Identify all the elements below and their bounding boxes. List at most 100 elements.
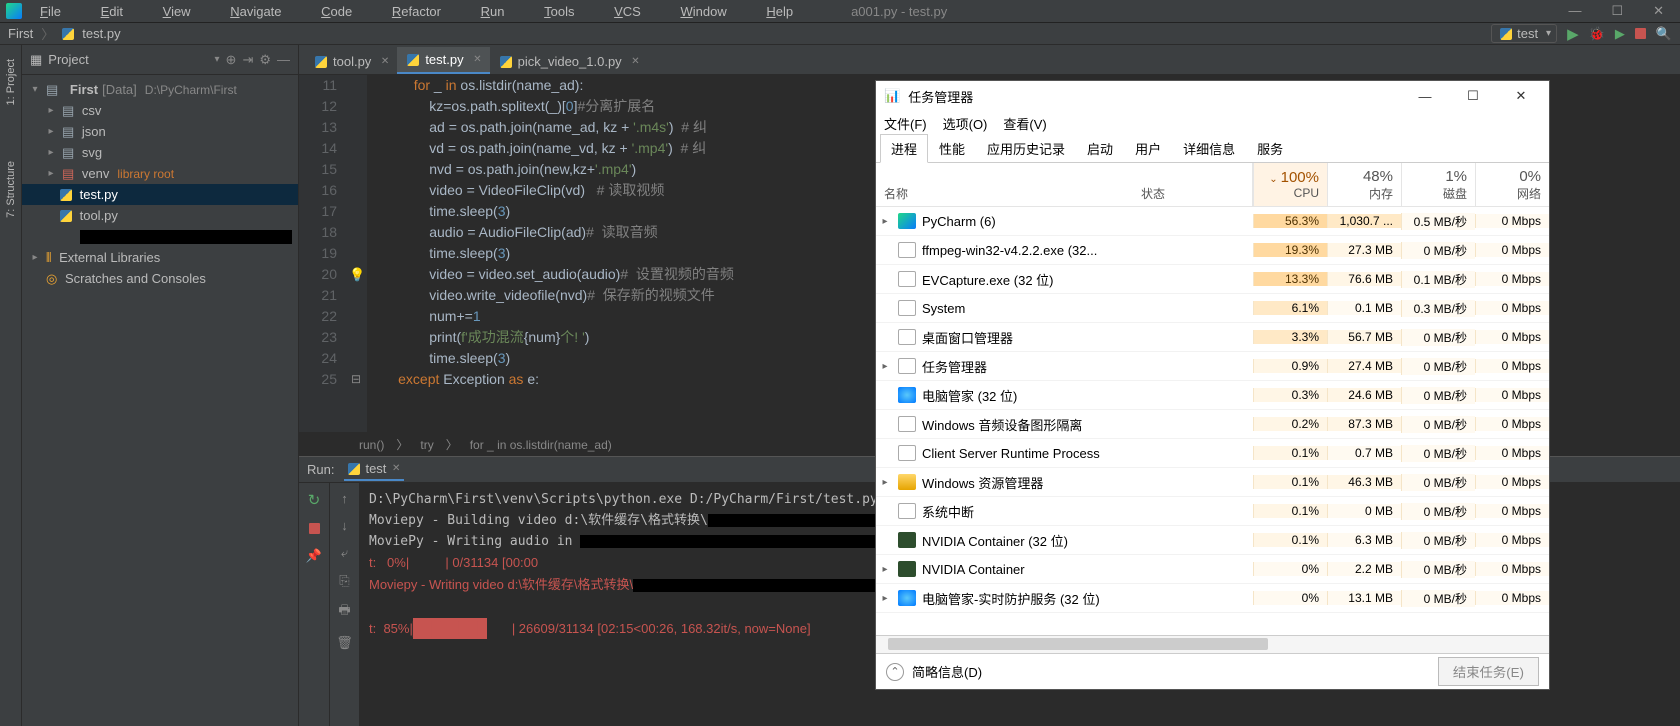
run-configuration-selector[interactable]: test xyxy=(1491,24,1557,43)
rerun-button[interactable]: ↻ xyxy=(308,491,321,509)
col-header-CPU[interactable]: ⌄100%CPU xyxy=(1253,163,1327,206)
collapse-all-icon[interactable]: ⇥ xyxy=(242,52,253,68)
menu-window[interactable]: Window xyxy=(680,4,726,19)
sidetab-project[interactable]: 1: Project xyxy=(5,51,17,113)
tm-tab-2[interactable]: 应用历史记录 xyxy=(976,134,1076,162)
coverage-button[interactable]: ▶ xyxy=(1615,26,1625,42)
tree-file-tool[interactable]: tool.py xyxy=(22,205,298,226)
end-task-button[interactable]: 结束任务(E) xyxy=(1438,657,1539,686)
trash-icon[interactable]: 🗑 xyxy=(336,635,353,651)
tm-tab-3[interactable]: 启动 xyxy=(1076,134,1124,162)
menu-refactor[interactable]: Refactor xyxy=(392,4,441,19)
code-crumb[interactable]: run() xyxy=(359,438,384,452)
scrollbar-thumb[interactable] xyxy=(888,638,1268,650)
close-icon[interactable]: ✕ xyxy=(381,56,389,67)
process-row[interactable]: ▸ Windows 资源管理器 0.1% 46.3 MB 0 MB/秒 0 Mb… xyxy=(876,468,1549,497)
settings-gear-icon[interactable]: ⚙ xyxy=(259,52,271,68)
process-row[interactable]: ▸ PyCharm (6) 56.3% 1,030.7 ... 0.5 MB/秒… xyxy=(876,207,1549,236)
menu-edit[interactable]: Edit xyxy=(101,4,123,19)
window-minimize-icon[interactable]: — xyxy=(1568,3,1581,19)
process-row[interactable]: Windows 音频设备图形隔离 0.2% 87.3 MB 0 MB/秒 0 M… xyxy=(876,410,1549,439)
process-row[interactable]: Client Server Runtime Process 0.1% 0.7 M… xyxy=(876,439,1549,468)
tm-tab-6[interactable]: 服务 xyxy=(1246,134,1294,162)
process-row[interactable]: 系统中断 0.1% 0 MB 0 MB/秒 0 Mbps xyxy=(876,497,1549,526)
menu-help[interactable]: Help xyxy=(766,4,793,19)
editor-tab-test.py[interactable]: test.py✕ xyxy=(397,47,489,74)
menu-navigate[interactable]: Navigate xyxy=(230,4,281,19)
process-row[interactable]: EVCapture.exe (32 位) 13.3% 76.6 MB 0.1 M… xyxy=(876,265,1549,294)
tm-menu-item[interactable]: 选项(O) xyxy=(943,114,988,133)
task-manager-process-list[interactable]: ▸ PyCharm (6) 56.3% 1,030.7 ... 0.5 MB/秒… xyxy=(876,207,1549,635)
menu-vcs[interactable]: VCS xyxy=(614,4,641,19)
project-tree[interactable]: ▾▤ First [Data]D:\PyCharm\First▸▤ csv▸▤ … xyxy=(22,75,298,293)
tree-external-libraries[interactable]: ▸⫴ External Libraries xyxy=(22,247,298,268)
code-crumb[interactable]: for _ in os.listdir(name_ad) xyxy=(470,438,612,452)
hide-panel-icon[interactable]: — xyxy=(277,52,290,67)
scroll-from-source-icon[interactable]: ⊕ xyxy=(226,52,237,68)
col-header-status[interactable]: 状态 xyxy=(1133,163,1253,206)
tm-tab-1[interactable]: 性能 xyxy=(928,134,976,162)
task-manager-titlebar[interactable]: 📊 任务管理器 — ☐ ✕ xyxy=(876,81,1549,111)
fewer-details-label[interactable]: 简略信息(D) xyxy=(912,662,982,681)
close-icon[interactable]: ✕ xyxy=(631,56,639,67)
expand-icon[interactable]: ▸ xyxy=(876,593,894,604)
menu-tools[interactable]: Tools xyxy=(544,4,574,19)
menu-view[interactable]: View xyxy=(163,4,191,19)
print-icon[interactable]: 🖶 xyxy=(338,601,350,623)
breadcrumb-file[interactable]: test.py xyxy=(82,26,120,41)
down-icon[interactable]: ↓ xyxy=(341,518,348,533)
tree-root[interactable]: ▾▤ First [Data]D:\PyCharm\First xyxy=(22,79,298,100)
process-row[interactable]: 桌面窗口管理器 3.3% 56.7 MB 0 MB/秒 0 Mbps xyxy=(876,323,1549,352)
window-maximize-icon[interactable]: ☐ xyxy=(1453,88,1493,104)
expand-icon[interactable]: ▸ xyxy=(876,477,894,488)
process-row[interactable]: ▸ NVIDIA Container 0% 2.2 MB 0 MB/秒 0 Mb… xyxy=(876,555,1549,584)
tm-tab-4[interactable]: 用户 xyxy=(1124,134,1172,162)
window-maximize-icon[interactable]: ☐ xyxy=(1611,3,1623,19)
tree-folder-csv[interactable]: ▸▤ csv xyxy=(22,100,298,121)
menu-file[interactable]: File xyxy=(40,4,61,19)
process-row[interactable]: System 6.1% 0.1 MB 0.3 MB/秒 0 Mbps xyxy=(876,294,1549,323)
project-panel-label[interactable]: Project xyxy=(48,52,208,67)
run-tab[interactable]: test ✕ xyxy=(344,458,404,481)
search-icon[interactable]: 🔍 xyxy=(1656,26,1672,42)
wrap-icon[interactable]: ⤶ xyxy=(341,545,348,561)
col-header-name[interactable]: 名称 xyxy=(876,163,1133,206)
menu-run[interactable]: Run xyxy=(481,4,505,19)
tm-tab-0[interactable]: 进程 xyxy=(880,134,928,163)
tree-folder-venv[interactable]: ▸▤ venvlibrary root xyxy=(22,163,298,184)
close-icon[interactable]: ✕ xyxy=(392,463,400,474)
process-row[interactable]: ▸ 任务管理器 0.9% 27.4 MB 0 MB/秒 0 Mbps xyxy=(876,352,1549,381)
pin-icon[interactable]: 📌 xyxy=(306,548,322,564)
horizontal-scrollbar[interactable] xyxy=(876,635,1549,653)
tree-folder-json[interactable]: ▸▤ json xyxy=(22,121,298,142)
tm-menu-item[interactable]: 查看(V) xyxy=(1003,114,1046,133)
window-close-icon[interactable]: ✕ xyxy=(1653,3,1664,19)
process-row[interactable]: 电脑管家 (32 位) 0.3% 24.6 MB 0 MB/秒 0 Mbps xyxy=(876,381,1549,410)
expand-icon[interactable]: ▸ xyxy=(876,564,894,575)
run-button[interactable]: ▶ xyxy=(1567,25,1579,43)
up-icon[interactable]: ↑ xyxy=(341,491,348,506)
debug-button[interactable]: 🐞 xyxy=(1589,26,1605,42)
tm-menu-item[interactable]: 文件(F) xyxy=(884,114,927,133)
editor-tab-pick_video_1.0.py[interactable]: pick_video_1.0.py✕ xyxy=(490,49,648,74)
col-header-磁盘[interactable]: 1%磁盘 xyxy=(1401,163,1475,206)
tm-tab-5[interactable]: 详细信息 xyxy=(1172,134,1246,162)
code-crumb[interactable]: try xyxy=(420,438,433,452)
tree-folder-svg[interactable]: ▸▤ svg xyxy=(22,142,298,163)
col-header-内存[interactable]: 48%内存 xyxy=(1327,163,1401,206)
process-row[interactable]: ▸ 电脑管家-实时防护服务 (32 位) 0% 13.1 MB 0 MB/秒 0… xyxy=(876,584,1549,613)
close-icon[interactable]: ✕ xyxy=(473,54,481,65)
menu-code[interactable]: Code xyxy=(321,4,352,19)
breadcrumb-root[interactable]: First xyxy=(8,26,33,41)
expand-icon[interactable]: ▸ xyxy=(876,216,894,227)
fold-icon[interactable]: ⊟ xyxy=(351,369,361,390)
export-icon[interactable]: ⎘ xyxy=(339,573,349,589)
fewer-details-icon[interactable]: ⌃ xyxy=(886,663,904,681)
process-row[interactable]: NVIDIA Container (32 位) 0.1% 6.3 MB 0 MB… xyxy=(876,526,1549,555)
tree-scratches[interactable]: ◎ Scratches and Consoles xyxy=(22,268,298,289)
sidetab-structure[interactable]: 7: Structure xyxy=(5,153,17,226)
stop-button[interactable] xyxy=(1635,28,1646,39)
editor-tab-tool.py[interactable]: tool.py✕ xyxy=(305,49,397,74)
window-close-icon[interactable]: ✕ xyxy=(1501,88,1541,104)
expand-icon[interactable]: ▸ xyxy=(876,361,894,372)
